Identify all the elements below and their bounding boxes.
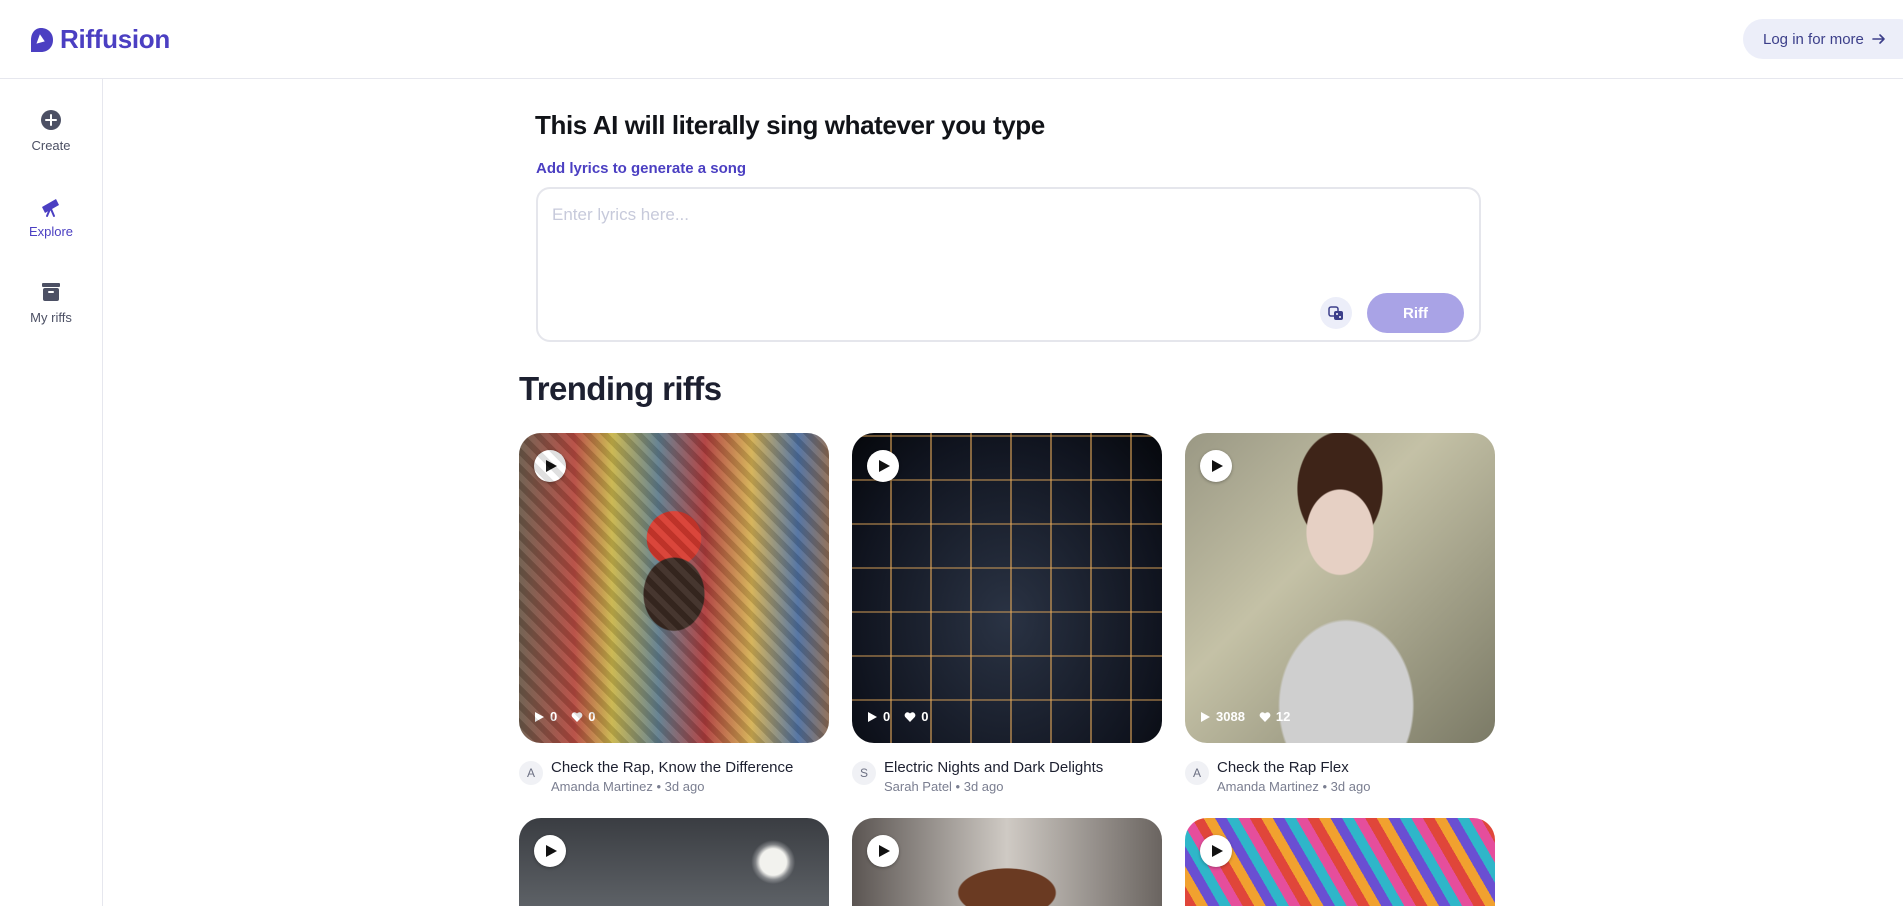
play-count-value: 0 (550, 709, 558, 724)
heart-icon (571, 711, 583, 722)
random-lyrics-button[interactable] (1320, 297, 1352, 329)
riff-stats: 0 0 (866, 709, 928, 724)
dice-icon (1328, 306, 1343, 320)
lyrics-label: Add lyrics to generate a song (536, 160, 747, 177)
riff-card[interactable]: 0 0 A Check the Rap, Know the Difference… (519, 433, 829, 794)
riff-byline: Sarah Patel • 3d ago (884, 779, 1004, 794)
login-label: Log in for more (1763, 30, 1864, 48)
sidebar-item-explore[interactable]: Explore (0, 194, 102, 239)
sidebar-item-label: My riffs (30, 310, 72, 325)
riff-card[interactable]: 3088 12 A Check the Rap Flex Amanda Mart… (1185, 433, 1495, 794)
riff-author[interactable]: Sarah Patel (884, 779, 952, 794)
play-count-value: 0 (883, 709, 891, 724)
play-icon (1212, 460, 1223, 472)
riff-age: 3d ago (664, 779, 705, 794)
play-count-icon (535, 711, 544, 722)
arrow-right-icon (1872, 34, 1885, 44)
top-bar: Riffusion Log in for more (0, 0, 1903, 79)
riff-title[interactable]: Electric Nights and Dark Delights (884, 759, 1103, 776)
play-button[interactable] (534, 450, 566, 482)
play-icon (1212, 845, 1223, 857)
like-count: 0 (904, 709, 928, 724)
play-icon (546, 460, 557, 472)
page-title: This AI will literally sing whatever you… (535, 110, 1045, 140)
sidebar-item-label: Create (31, 138, 71, 153)
like-count-value: 0 (588, 709, 596, 724)
riff-card[interactable] (852, 818, 1162, 906)
play-button[interactable] (534, 835, 566, 867)
play-count-icon (1201, 711, 1210, 722)
riff-byline: Amanda Martinez • 3d ago (1217, 779, 1371, 794)
avatar[interactable]: A (1185, 761, 1209, 785)
riffusion-logo[interactable]: Riffusion (28, 24, 170, 55)
riff-card[interactable] (1185, 818, 1495, 906)
riff-cover-image[interactable]: 0 0 (852, 433, 1162, 743)
riffusion-logo-icon (31, 27, 53, 52)
riff-card[interactable] (519, 818, 829, 906)
play-count-value: 3088 (1216, 709, 1245, 724)
heart-icon (1259, 711, 1271, 722)
archive-box-icon (42, 283, 60, 301)
play-count: 3088 (1199, 709, 1245, 724)
login-button[interactable]: Log in for more (1743, 19, 1903, 59)
riff-author[interactable]: Amanda Martinez (1217, 779, 1319, 794)
riff-age: 3d ago (963, 779, 1004, 794)
riff-card[interactable]: 0 0 S Electric Nights and Dark Delights … (852, 433, 1162, 794)
play-icon (879, 845, 890, 857)
riff-meta: A Check the Rap, Know the Difference Ama… (519, 759, 829, 799)
avatar[interactable]: A (519, 761, 543, 785)
riff-button[interactable]: Riff (1367, 293, 1464, 333)
riff-cover-image[interactable]: 0 0 (519, 433, 829, 743)
play-button[interactable] (1200, 450, 1232, 482)
sidebar-item-my-riffs[interactable]: My riffs (0, 280, 102, 325)
lyrics-input[interactable] (552, 205, 1452, 295)
riff-meta: A Check the Rap Flex Amanda Martinez • 3… (1185, 759, 1495, 799)
play-count: 0 (533, 709, 557, 724)
lyrics-panel: Riff (536, 187, 1481, 342)
avatar[interactable]: S (852, 761, 876, 785)
app-name: Riffusion (60, 24, 170, 54)
play-icon (546, 845, 557, 857)
plus-circle-icon (41, 110, 61, 130)
riff-stats: 3088 12 (1199, 709, 1290, 724)
sidebar-item-label: Explore (28, 224, 74, 239)
like-count-value: 0 (921, 709, 929, 724)
like-count-value: 12 (1275, 709, 1291, 724)
play-count: 0 (866, 709, 890, 724)
riff-title[interactable]: Check the Rap Flex (1217, 759, 1349, 776)
like-count: 12 (1259, 709, 1290, 724)
play-icon (879, 460, 890, 472)
riff-meta: S Electric Nights and Dark Delights Sara… (852, 759, 1162, 799)
play-button[interactable] (1200, 835, 1232, 867)
riff-cover-image[interactable] (1185, 818, 1495, 906)
trending-title: Trending riffs (519, 370, 722, 407)
telescope-icon (42, 199, 59, 217)
riff-cover-image[interactable] (852, 818, 1162, 906)
heart-icon (904, 711, 916, 722)
riff-byline: Amanda Martinez • 3d ago (551, 779, 705, 794)
play-button[interactable] (867, 835, 899, 867)
riff-stats: 0 0 (533, 709, 595, 724)
riff-age: 3d ago (1330, 779, 1371, 794)
riff-title[interactable]: Check the Rap, Know the Difference (551, 759, 793, 776)
play-count-icon (868, 711, 877, 722)
sidebar-item-create[interactable]: Create (0, 108, 102, 153)
play-button[interactable] (867, 450, 899, 482)
riff-cover-image[interactable]: 3088 12 (1185, 433, 1495, 743)
sidebar: Create Explore My riffs (0, 79, 103, 906)
riff-cover-image[interactable] (519, 818, 829, 906)
like-count: 0 (571, 709, 595, 724)
riff-author[interactable]: Amanda Martinez (551, 779, 653, 794)
